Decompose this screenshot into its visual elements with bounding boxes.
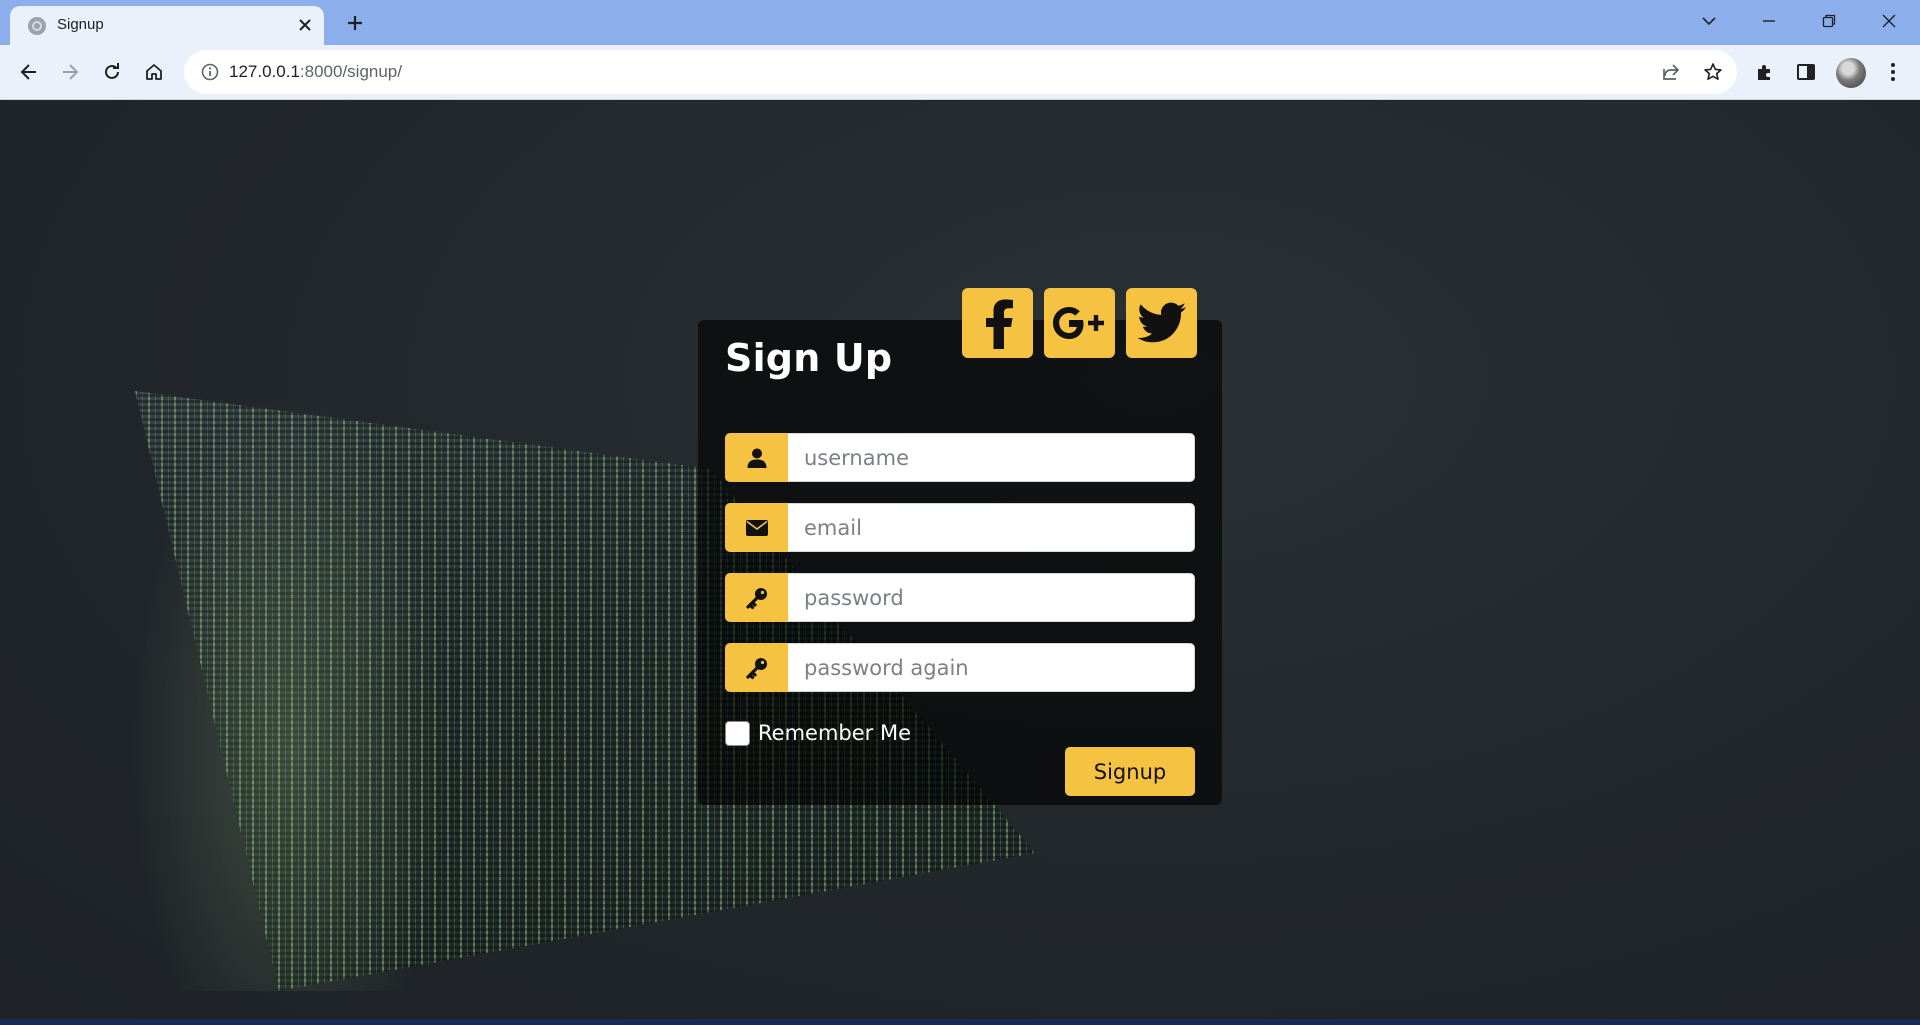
tab-search-button[interactable] [1692,6,1726,36]
page-title: Sign Up [725,336,893,380]
twitter-icon [1136,302,1186,343]
facebook-icon [985,299,1013,349]
remember-me-checkbox[interactable] [725,720,750,746]
google-plus-button[interactable] [1044,288,1115,358]
background-glow [130,391,450,991]
email-input[interactable] [788,503,1195,552]
url-host: 127.0.0.1 [229,62,300,81]
home-icon [146,64,162,80]
plus-icon [348,16,362,30]
key-icon [725,643,788,692]
side-panel-button[interactable] [1791,57,1821,87]
key-icon [725,573,788,622]
facebook-button[interactable] [962,288,1033,358]
minimize-icon [1763,20,1775,22]
globe-icon [28,17,46,35]
restore-icon [1822,14,1836,28]
taskbar-edge [0,1019,1920,1025]
star-icon[interactable] [1700,59,1726,85]
tab-title: Signup [57,16,104,33]
close-icon[interactable] [293,13,317,37]
extensions-button[interactable] [1750,57,1780,87]
url-path: :8000/signup/ [299,62,402,81]
remember-me: Remember Me [725,719,911,747]
browser-tab[interactable]: Signup [10,6,324,45]
window-close-icon [1882,14,1896,28]
forward-button[interactable] [55,57,85,87]
chevron-down-icon [1702,17,1716,26]
back-button[interactable] [14,57,44,87]
sidepanel-icon [1797,64,1815,80]
menu-button[interactable] [1878,57,1908,87]
username-input[interactable] [788,433,1195,482]
browser-tab-strip: Signup [0,0,1920,45]
info-icon[interactable] [200,62,220,82]
address-bar[interactable]: 127.0.0.1:8000/signup/ [184,50,1737,94]
remember-me-label[interactable]: Remember Me [758,721,911,745]
page-background: Sign Up Remember [0,101,1920,1025]
new-tab-button[interactable] [340,8,370,38]
password-field [725,573,1195,622]
user-icon [725,433,788,482]
password-again-input[interactable] [788,643,1195,692]
password-again-field [725,643,1195,692]
reload-button[interactable] [97,57,127,87]
forward-icon [63,64,79,80]
back-icon [20,64,36,80]
twitter-button[interactable] [1126,288,1197,358]
menu-icon [1891,63,1895,81]
profile-avatar[interactable] [1836,58,1866,88]
username-field [725,433,1195,482]
home-button[interactable] [139,57,169,87]
window-close-button[interactable] [1872,6,1906,36]
email-field [725,503,1195,552]
url-text[interactable]: 127.0.0.1:8000/signup/ [229,62,402,82]
envelope-icon [725,503,788,552]
browser-toolbar: 127.0.0.1:8000/signup/ [0,45,1920,100]
google-plus-icon [1052,307,1104,339]
minimize-button[interactable] [1752,6,1786,36]
restore-button[interactable] [1812,6,1846,36]
extensions-icon [1758,65,1770,80]
share-icon[interactable] [1658,59,1684,85]
reload-icon [105,63,119,79]
signup-button[interactable]: Signup [1065,747,1195,796]
password-input[interactable] [788,573,1195,622]
signup-card: Sign Up Remember [698,320,1222,805]
